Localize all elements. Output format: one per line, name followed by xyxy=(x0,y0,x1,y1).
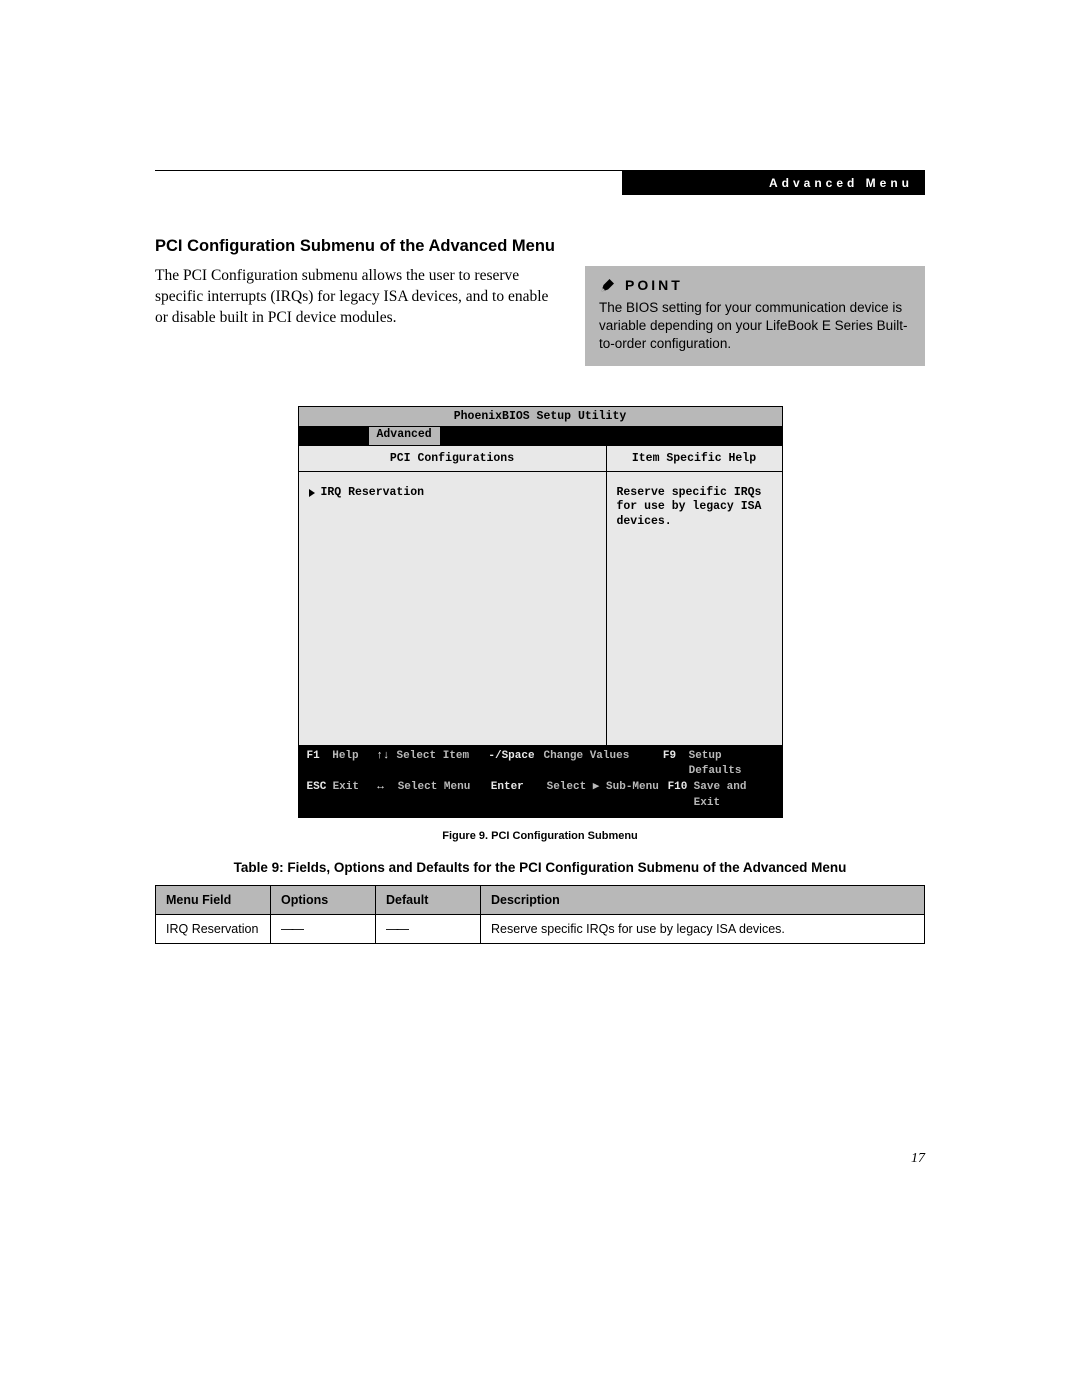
page-container: Advanced Menu PCI Configuration Submenu … xyxy=(0,0,1080,1004)
bios-body: PCI Configurations IRQ Reservation Item … xyxy=(299,445,782,745)
th-options: Options xyxy=(271,886,376,915)
key-f10: F10 xyxy=(668,780,694,812)
page-number: 17 xyxy=(911,1151,925,1167)
td-description: Reserve specific IRQs for use by legacy … xyxy=(481,915,925,944)
label-help: Help xyxy=(332,749,376,781)
label-select-submenu: Select ▶ Sub-Menu xyxy=(547,780,668,812)
th-menu-field: Menu Field xyxy=(156,886,271,915)
bios-right-pane: Item Specific Help Reserve specific IRQs… xyxy=(607,446,782,745)
point-callout: POINT The BIOS setting for your communic… xyxy=(585,266,925,366)
key-esc: ESC xyxy=(307,780,333,812)
fields-table: Menu Field Options Default Description I… xyxy=(155,885,925,944)
label-save-exit: Save and Exit xyxy=(694,780,774,812)
bios-item-label: IRQ Reservation xyxy=(321,486,425,501)
key-updown: ↑↓ xyxy=(376,749,396,781)
triangle-right-icon xyxy=(309,489,315,497)
breadcrumb: Advanced Menu xyxy=(622,171,925,195)
figure-caption: Figure 9. PCI Configuration Submenu xyxy=(155,830,925,842)
bios-left-pane: PCI Configurations IRQ Reservation xyxy=(299,446,607,745)
bios-help-text: Reserve specific IRQs for use by legacy … xyxy=(607,472,782,745)
td-default: —— xyxy=(376,915,481,944)
th-description: Description xyxy=(481,886,925,915)
bios-screenshot: PhoenixBIOS Setup Utility Advanced PCI C… xyxy=(298,406,783,819)
section-title: PCI Configuration Submenu of the Advance… xyxy=(155,237,925,256)
label-exit: Exit xyxy=(333,780,378,812)
table-row: IRQ Reservation —— —— Reserve specific I… xyxy=(156,915,925,944)
td-menu-field: IRQ Reservation xyxy=(156,915,271,944)
bios-item-irq: IRQ Reservation xyxy=(309,486,596,501)
bios-left-body: IRQ Reservation xyxy=(299,472,606,745)
intro-row: The PCI Configuration submenu allows the… xyxy=(155,266,925,366)
key-enter: Enter xyxy=(491,780,547,812)
bios-footer-row1: F1 Help ↑↓ Select Item -/Space Change Va… xyxy=(307,749,774,781)
point-header: POINT xyxy=(599,276,911,295)
point-body: The BIOS setting for your communication … xyxy=(599,299,911,354)
pencil-icon xyxy=(599,276,617,294)
bios-footer: F1 Help ↑↓ Select Item -/Space Change Va… xyxy=(299,745,782,818)
label-setup-defaults: Setup Defaults xyxy=(689,749,774,781)
bios-title: PhoenixBIOS Setup Utility xyxy=(299,407,782,427)
bios-tabs: Advanced xyxy=(299,427,782,445)
intro-text: The PCI Configuration submenu allows the… xyxy=(155,266,555,329)
label-select-item: Select Item xyxy=(397,749,489,781)
key-f9: F9 xyxy=(663,749,689,781)
label-change-values: Change Values xyxy=(543,749,662,781)
key-leftright: ↔ xyxy=(377,780,397,812)
key-space: -/Space xyxy=(488,749,543,781)
bios-footer-row2: ESC Exit ↔ Select Menu Enter Select ▶ Su… xyxy=(307,780,774,812)
bios-left-header: PCI Configurations xyxy=(299,446,606,472)
point-label: POINT xyxy=(625,276,683,295)
label-select-menu: Select Menu xyxy=(398,780,491,812)
bios-right-header: Item Specific Help xyxy=(607,446,782,472)
key-f1: F1 xyxy=(307,749,333,781)
bios-tab-advanced: Advanced xyxy=(369,427,440,445)
th-default: Default xyxy=(376,886,481,915)
table-caption: Table 9: Fields, Options and Defaults fo… xyxy=(155,860,925,875)
td-options: —— xyxy=(271,915,376,944)
